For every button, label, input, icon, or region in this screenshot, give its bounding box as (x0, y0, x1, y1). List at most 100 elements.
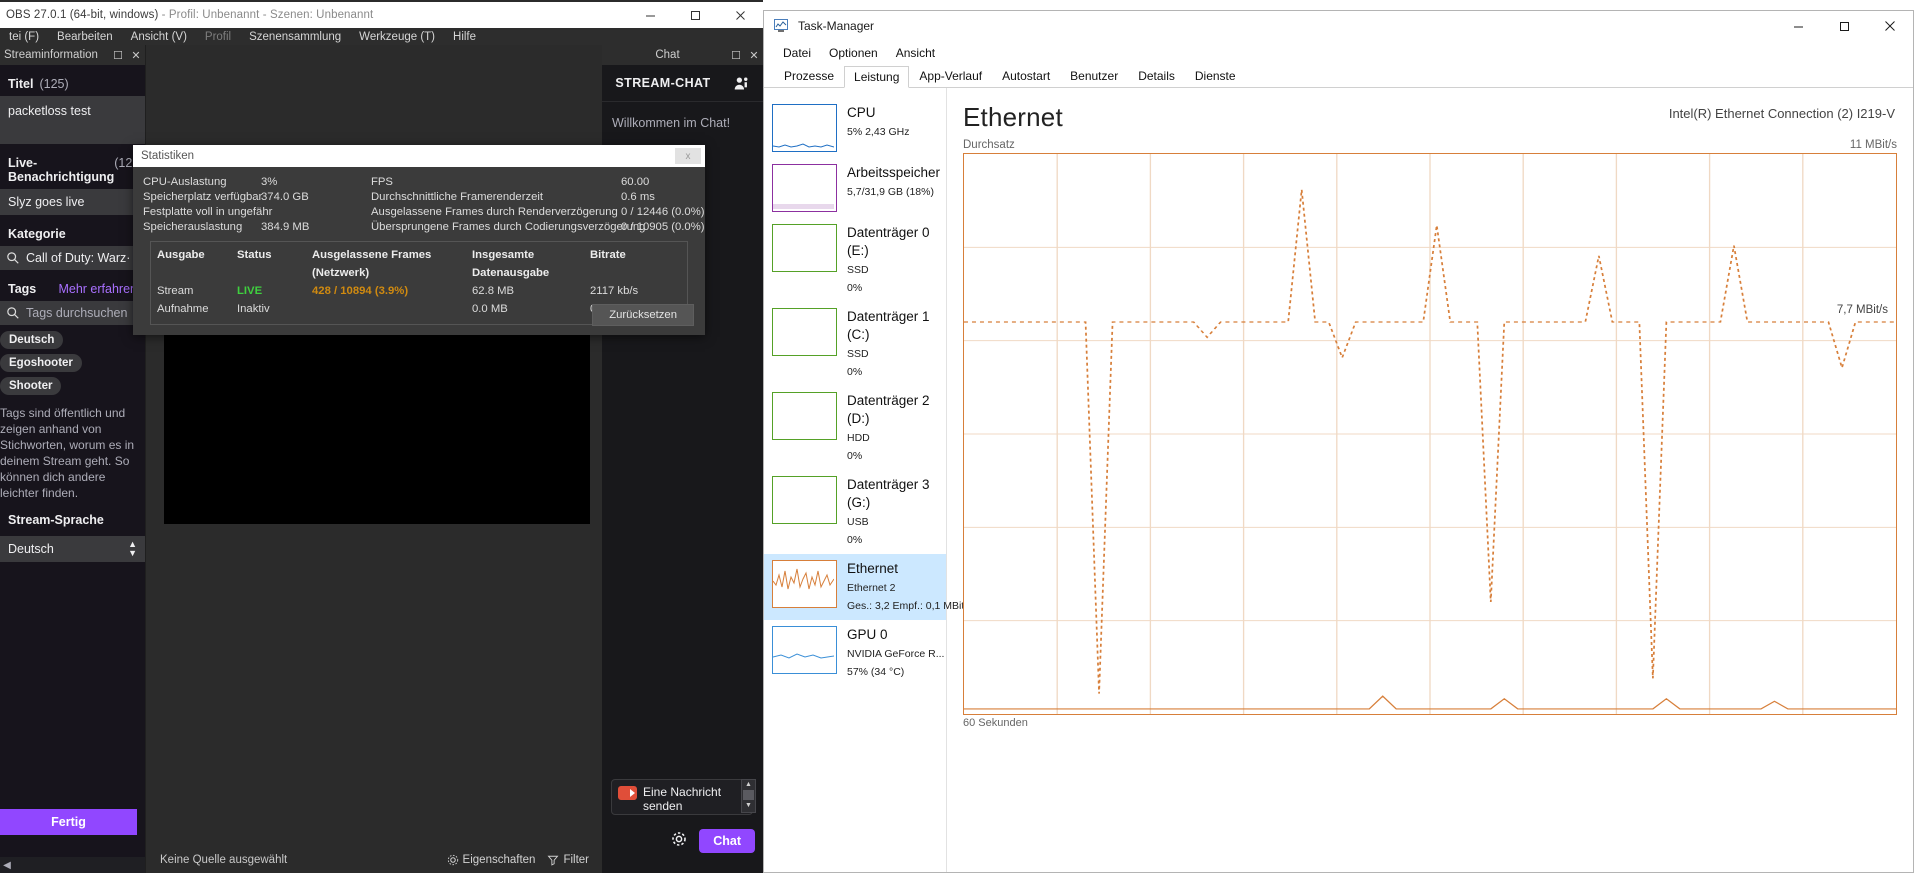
tag-chip[interactable]: Shooter (0, 377, 62, 395)
sidebar-item-sub1: NVIDIA GeForce R... (847, 648, 945, 660)
sidebar-item-sub2: 57% (34 °C) (847, 666, 905, 678)
scroll-down-icon[interactable]: ▼ (742, 801, 755, 810)
obs-maximize-icon[interactable] (673, 2, 718, 28)
tab-benutzer[interactable]: Benutzer (1060, 65, 1128, 87)
menu-item-szenensammlung[interactable]: Szenensammlung (240, 31, 350, 43)
col-dropped-frames: Ausgelassene Frames (Netzwerk) (312, 249, 432, 279)
tm-close-icon[interactable] (1867, 11, 1913, 41)
stat-key: Speicherauslastung (143, 221, 243, 233)
cell-ausgabe: Stream (157, 285, 194, 297)
dock-horizontal-scrollbar[interactable]: ◀ (0, 857, 145, 873)
tags-learn-more-link[interactable]: Mehr erfahren (58, 282, 137, 296)
statistics-body: CPU-Auslastung 3% FPS 60.00 Speicherplat… (133, 167, 705, 325)
tags-search-input[interactable]: Tags durchsuchen (0, 301, 145, 325)
tag-chip[interactable]: Egoshooter (0, 354, 82, 372)
task-manager-menubar: Datei Optionen Ansicht (764, 41, 1913, 65)
dock-close-icon[interactable]: ✕ (127, 49, 145, 62)
chat-scrollbar[interactable]: ▲ ▼ (741, 779, 756, 813)
stat-value: 60.00 (621, 176, 650, 188)
cpu-mini-graph (772, 104, 837, 152)
memory-mini-graph (772, 164, 837, 212)
chat-settings-gear-icon[interactable] (671, 831, 687, 851)
dock-float-icon[interactable]: ☐ (109, 49, 127, 62)
task-manager-title: Task-Manager (798, 19, 875, 33)
throughput-graph-svg (964, 154, 1896, 714)
disk0-mini-graph (772, 224, 837, 272)
sidebar-item-text: GPU 0 NVIDIA GeForce R... 57% (34 °C) (847, 626, 944, 680)
tm-menu-optionen[interactable]: Optionen (820, 46, 887, 60)
tags-label: Tags (8, 282, 37, 296)
obs-close-icon[interactable] (718, 2, 763, 28)
tab-prozesse[interactable]: Prozesse (774, 65, 844, 87)
filter-button[interactable]: Filter (547, 854, 601, 866)
kategorie-input[interactable]: Call of Duty: Warz· (0, 246, 145, 270)
tab-leistung[interactable]: Leistung (844, 66, 910, 88)
sidebar-item-datentraeger-0[interactable]: Datenträger 0 (E:) SSD 0% (764, 218, 946, 302)
stream-chat-title: STREAM-CHAT (615, 76, 711, 90)
sidebar-item-datentraeger-3[interactable]: Datenträger 3 (G:) USB 0% (764, 470, 946, 554)
chat-message-placeholder: Eine Nachricht senden (643, 785, 722, 813)
tm-menu-datei[interactable]: Datei (774, 46, 820, 60)
disk1-mini-graph (772, 308, 837, 356)
cell-bitrate: 2117 kb/s (590, 285, 639, 297)
obs-window-controls (628, 2, 763, 28)
sidebar-item-ethernet[interactable]: Ethernet Ethernet 2 Ges.: 3,2 Empf.: 0,1… (764, 554, 964, 620)
graph-footer-label: 60 Sekunden (963, 717, 1028, 729)
sidebar-item-text: Datenträger 0 (E:) SSD 0% (847, 224, 942, 296)
tab-dienste[interactable]: Dienste (1185, 65, 1246, 87)
live-notification-input[interactable]: Slyz goes live (0, 189, 145, 215)
disk3-mini-graph (772, 476, 837, 524)
dock-title-text: Streaminformation (4, 49, 98, 61)
menu-item-profil[interactable]: Profil (196, 31, 240, 43)
reset-button[interactable]: Zurücksetzen (592, 304, 694, 326)
menu-item-datei[interactable]: tei (F) (0, 31, 48, 43)
sidebar-item-sub2: 0% (847, 534, 863, 546)
sidebar-item-name: CPU (847, 105, 876, 120)
sidebar-item-datentraeger-1[interactable]: Datenträger 1 (C:) SSD 0% (764, 302, 946, 386)
scroll-left-icon[interactable]: ◀ (0, 860, 14, 871)
chat-footer: Chat (671, 829, 755, 853)
obs-minimize-icon[interactable] (628, 2, 673, 28)
sidebar-item-name: Datenträger 2 (D:) (847, 393, 930, 426)
tags-placeholder: Tags durchsuchen (26, 306, 128, 320)
statistics-title: Statistiken (141, 150, 195, 162)
titel-input[interactable]: packetloss test (0, 96, 145, 144)
dock-titlebar: Streaminformation ☐ ✕ (0, 45, 145, 65)
chat-close-icon[interactable]: ✕ (745, 49, 763, 62)
sidebar-item-cpu[interactable]: CPU 5% 2,43 GHz (764, 98, 946, 158)
fertig-button[interactable]: Fertig (0, 809, 137, 835)
scroll-up-icon[interactable]: ▲ (742, 780, 755, 789)
sidebar-item-text: Datenträger 2 (D:) HDD 0% (847, 392, 942, 464)
tab-app-verlauf[interactable]: App-Verlauf (909, 65, 992, 87)
sprache-select[interactable]: Deutsch ▲ ▼ (0, 536, 145, 562)
tab-autostart[interactable]: Autostart (992, 65, 1060, 87)
menu-item-hilfe[interactable]: Hilfe (444, 31, 485, 43)
sidebar-item-datentraeger-2[interactable]: Datenträger 2 (D:) HDD 0% (764, 386, 946, 470)
statistics-close-icon[interactable]: x (675, 148, 701, 164)
tag-chip[interactable]: Deutsch (0, 331, 64, 349)
performance-detail-pane: Ethernet Intel(R) Ethernet Connection (2… (947, 88, 1913, 872)
tm-minimize-icon[interactable] (1775, 11, 1821, 41)
tab-details[interactable]: Details (1128, 65, 1185, 87)
viewers-icon[interactable] (733, 75, 750, 92)
menu-item-bearbeiten[interactable]: Bearbeiten (48, 31, 122, 43)
menu-item-werkzeuge[interactable]: Werkzeuge (T) (350, 31, 444, 43)
chat-float-icon[interactable]: ☐ (727, 49, 745, 62)
stat-key: Übersprungene Frames durch Codierungsver… (371, 221, 646, 233)
sidebar-item-sub1: SSD (847, 264, 869, 276)
chat-send-button[interactable]: Chat (699, 829, 755, 853)
stat-value (261, 206, 371, 218)
tm-maximize-icon[interactable] (1821, 11, 1867, 41)
sidebar-item-gpu-0[interactable]: GPU 0 NVIDIA GeForce R... 57% (34 °C) (764, 620, 946, 686)
col-ausgabe: Ausgabe (157, 249, 205, 261)
sidebar-item-arbeitsspeicher[interactable]: Arbeitsspeicher 5,7/31,9 GB (18%) (764, 158, 946, 218)
properties-button[interactable]: Eigenschaften (447, 854, 548, 866)
chat-message-input[interactable]: Eine Nachricht senden (611, 779, 753, 815)
properties-label: Eigenschaften (462, 854, 536, 866)
preview-canvas[interactable] (164, 333, 590, 524)
tm-menu-ansicht[interactable]: Ansicht (887, 46, 944, 60)
obs-window: OBS 27.0.1 (64-bit, windows) - Profil: U… (0, 0, 763, 873)
cell-total: 0.0 MB (472, 303, 508, 315)
scroll-thumb[interactable] (743, 790, 754, 800)
menu-item-ansicht[interactable]: Ansicht (V) (122, 31, 196, 43)
